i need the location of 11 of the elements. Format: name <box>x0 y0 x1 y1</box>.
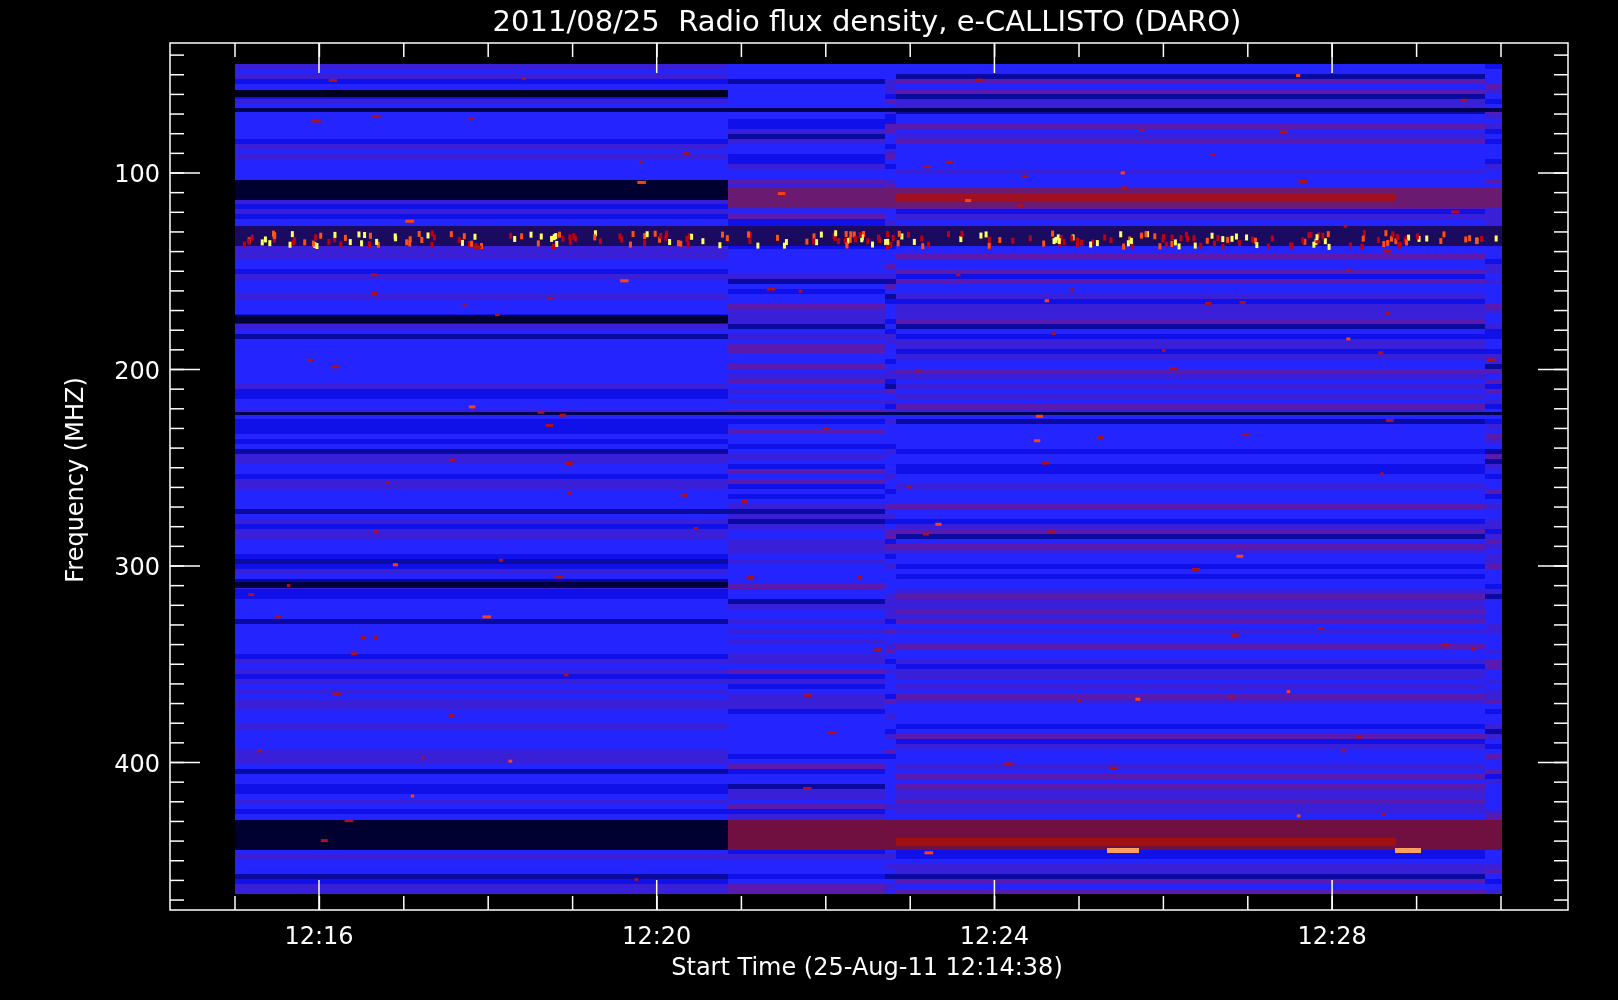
y-tick-label: 300 <box>114 553 160 581</box>
x-tick-label: 12:16 <box>284 922 354 950</box>
x-tick-label: 12:20 <box>622 922 692 950</box>
y-tick-label: 200 <box>114 356 160 385</box>
x-tick-label: 12:28 <box>1297 922 1367 950</box>
y-axis-label: Frequency (MHZ) <box>61 377 89 583</box>
y-tick-label: 400 <box>114 749 160 778</box>
plot-title: 2011/08/25 Radio flux density, e-CALLISTO (DARO) <box>492 4 1242 38</box>
x-axis-label: Start Time (25-Aug-11 12:14:38) <box>671 953 1063 981</box>
y-tick-label: 100 <box>114 160 160 188</box>
x-tick-label: 12:24 <box>959 922 1029 950</box>
